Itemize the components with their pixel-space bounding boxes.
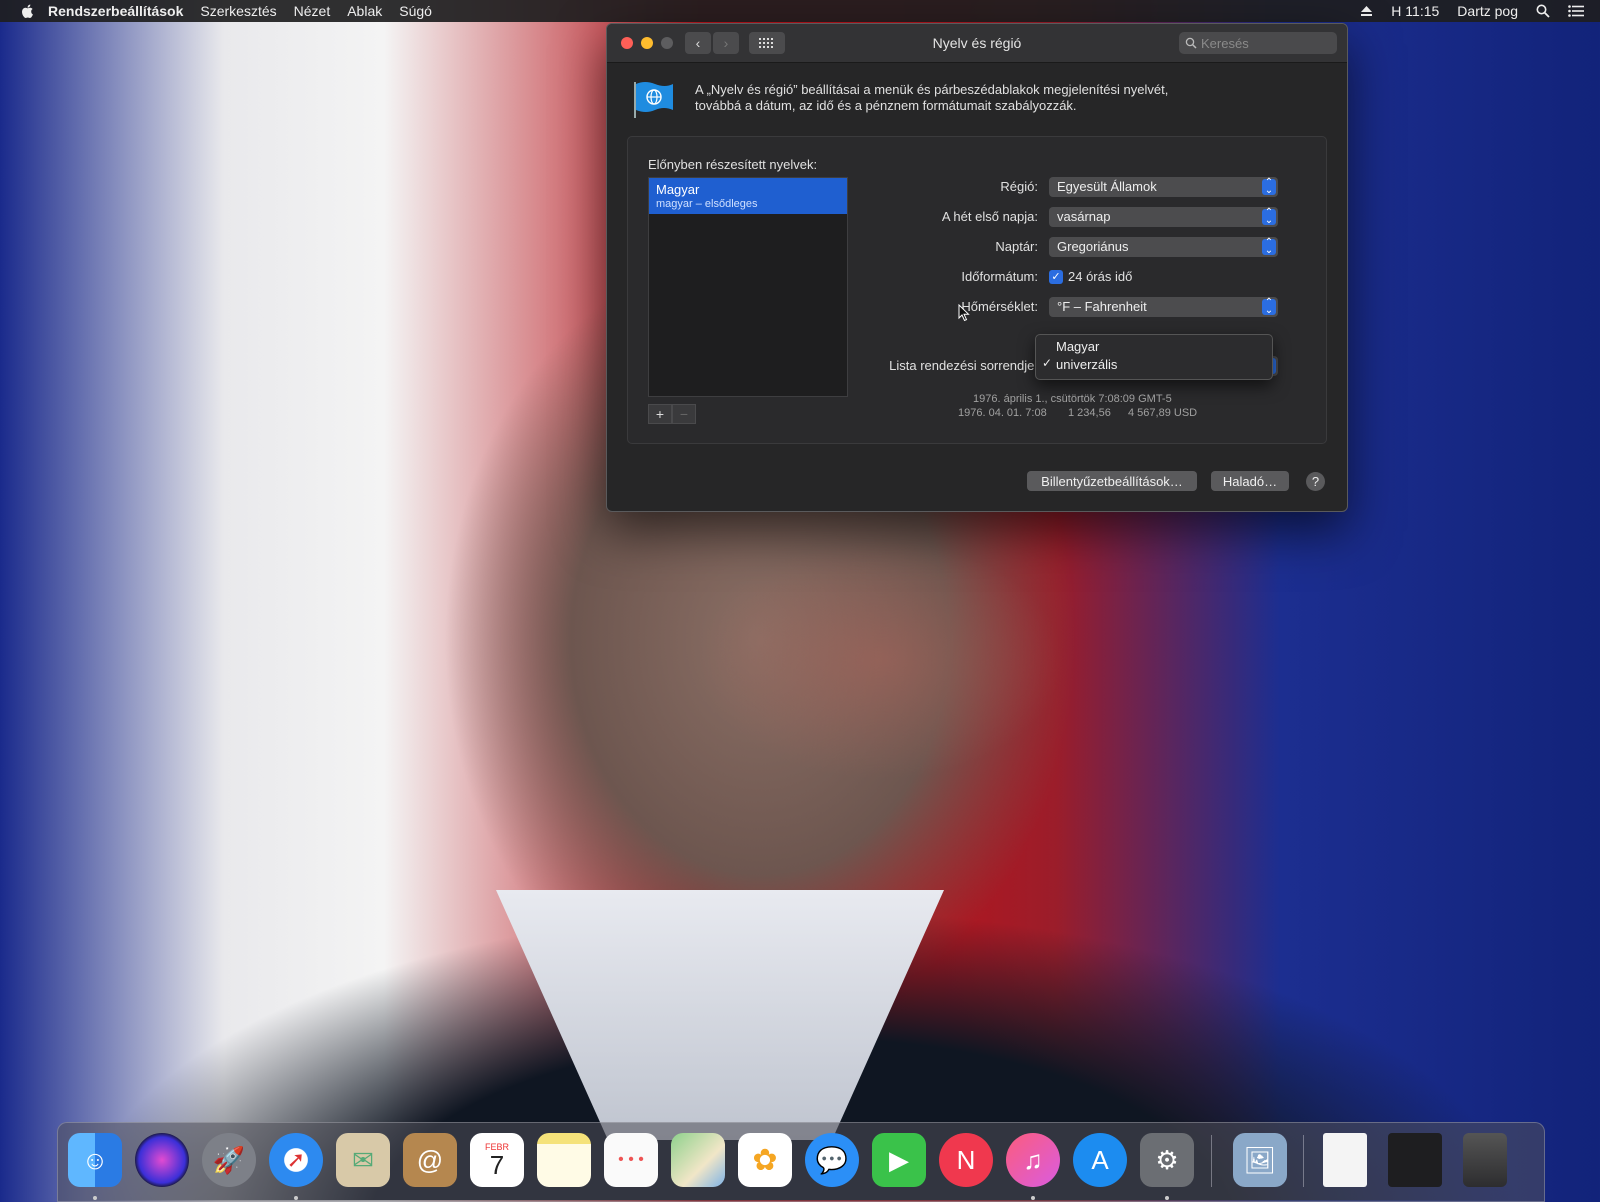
sample-number: 1 234,56 xyxy=(1068,407,1111,419)
temperature-popup[interactable]: °F – Fahrenheit ⌃ ⌄ xyxy=(1049,297,1278,317)
trash-icon[interactable] xyxy=(1463,1133,1507,1187)
safari-icon[interactable]: ➚ xyxy=(269,1133,323,1187)
first-day-value: vasárnap xyxy=(1057,209,1111,224)
language-region-window: ‹ › Nyelv és régió Keresés A „Nyelv és r… xyxy=(606,23,1348,512)
preview-icon[interactable]: 🖼 xyxy=(1233,1133,1287,1187)
sample-short-date: 1976. 04. 01. 7:08 xyxy=(958,407,1047,419)
running-indicator xyxy=(294,1196,298,1200)
keyboard-preferences-button[interactable]: Billentyűzetbeállítások… xyxy=(1027,471,1197,491)
dock-separator xyxy=(1303,1135,1304,1187)
temperature-label: Hőmérséklet: xyxy=(961,299,1038,314)
running-indicator xyxy=(93,1196,97,1200)
checkmark-icon: ✓ xyxy=(1042,356,1053,370)
eject-icon[interactable] xyxy=(1360,5,1373,17)
search-icon xyxy=(1185,37,1197,49)
document-icon[interactable] xyxy=(1323,1133,1367,1187)
remove-language-button[interactable]: − xyxy=(672,404,696,424)
sort-order-dropdown-menu: Magyar ✓ univerzális xyxy=(1035,334,1273,380)
photos-icon[interactable]: ✿ xyxy=(738,1133,792,1187)
menu-edit[interactable]: Szerkesztés xyxy=(200,3,276,19)
24-hour-checkbox[interactable]: ✓ xyxy=(1049,270,1063,284)
apple-icon[interactable] xyxy=(20,3,36,19)
news-icon[interactable]: N xyxy=(939,1133,993,1187)
menu-help[interactable]: Súgó xyxy=(399,3,432,19)
preferred-languages-label: Előnyben részesített nyelvek: xyxy=(648,157,818,172)
updown-arrows-icon: ⌃⌄ xyxy=(1262,298,1276,316)
menu-app-name[interactable]: Rendszerbeállítások xyxy=(48,3,183,19)
itunes-icon[interactable]: ♫ xyxy=(1006,1133,1060,1187)
search-placeholder: Keresés xyxy=(1201,35,1249,51)
description-line-1: A „Nyelv és régió” beállításai a menük é… xyxy=(695,82,1169,97)
calendar-value: Gregoriánus xyxy=(1057,239,1129,254)
launchpad-icon[interactable]: 🚀 xyxy=(202,1133,256,1187)
menu-window[interactable]: Ablak xyxy=(347,3,382,19)
calendar-icon[interactable]: FEBR 7 xyxy=(470,1133,524,1187)
siri-icon[interactable] xyxy=(135,1133,189,1187)
calendar-label: Naptár: xyxy=(995,239,1038,254)
add-language-button[interactable]: + xyxy=(648,404,672,424)
updown-arrows-icon: ⌃⌄ xyxy=(1262,178,1276,196)
system-preferences-icon[interactable]: ⚙ xyxy=(1140,1133,1194,1187)
help-button[interactable]: ? xyxy=(1306,472,1325,491)
facetime-icon[interactable]: ▶ xyxy=(872,1133,926,1187)
updown-arrows-icon: ⌃⌄ xyxy=(1262,238,1276,256)
messages-icon[interactable]: 💬 xyxy=(805,1133,859,1187)
description-line-2: továbbá a dátum, az idő és a pénznem for… xyxy=(695,98,1077,113)
mouse-cursor-icon xyxy=(958,304,970,322)
reminders-icon[interactable]: • • • xyxy=(604,1133,658,1187)
dock: ☺ 🚀 ➚ ✉ @ FEBR 7 • • • ✿ 💬 ▶ N ♫ A ⚙ 🖼 xyxy=(57,1122,1545,1202)
notes-icon[interactable] xyxy=(537,1133,591,1187)
time-format-label: Időformátum: xyxy=(961,269,1038,284)
running-indicator xyxy=(1165,1196,1169,1200)
running-indicator xyxy=(1031,1196,1035,1200)
checkmark-icon: ✓ xyxy=(1051,271,1061,283)
contacts-icon[interactable]: @ xyxy=(403,1133,457,1187)
sort-order-label: Lista rendezési sorrendje: xyxy=(889,358,1038,373)
language-subtitle: magyar – elsődleges xyxy=(656,198,758,210)
calendar-day: 7 xyxy=(489,1150,505,1180)
region-popup[interactable]: Egyesült Államok ⌃ ⌄ xyxy=(1049,177,1278,197)
language-name: Magyar xyxy=(656,182,700,197)
region-label: Régió: xyxy=(1000,179,1038,194)
notification-center-icon[interactable] xyxy=(1568,5,1584,17)
menu-view[interactable]: Nézet xyxy=(294,3,331,19)
search-field[interactable]: Keresés xyxy=(1179,32,1337,54)
temperature-value: °F – Fahrenheit xyxy=(1057,299,1147,314)
first-day-label: A hét első napja: xyxy=(941,209,1038,224)
menu-bar: Rendszerbeállítások Szerkesztés Nézet Ab… xyxy=(0,0,1600,22)
language-flag-icon xyxy=(634,82,673,118)
sample-currency: 4 567,89 USD xyxy=(1128,407,1198,419)
settings-panel: Előnyben részesített nyelvek: Magyar mag… xyxy=(627,136,1327,444)
finder-icon[interactable]: ☺ xyxy=(68,1133,122,1187)
dock-separator xyxy=(1211,1135,1212,1187)
maps-icon[interactable] xyxy=(671,1133,725,1187)
preferred-languages-list[interactable]: Magyar magyar – elsődleges xyxy=(648,177,848,397)
dropdown-item-universal[interactable]: univerzális xyxy=(1056,357,1117,372)
list-item-magyar[interactable]: Magyar magyar – elsődleges xyxy=(649,178,847,214)
sample-full-date: 1976. április 1., csütörtök 7:08:09 GMT-… xyxy=(973,393,1172,405)
app-store-icon[interactable]: A xyxy=(1073,1133,1127,1187)
region-value: Egyesült Államok xyxy=(1057,179,1157,194)
dropdown-item-magyar[interactable]: Magyar xyxy=(1056,339,1099,354)
downloads-stack-icon[interactable] xyxy=(1388,1133,1442,1187)
24-hour-label: 24 órás idő xyxy=(1068,269,1133,284)
pane-description: A „Nyelv és régió” beállításai a menük é… xyxy=(695,82,1295,114)
mail-icon[interactable]: ✉ xyxy=(336,1133,390,1187)
spotlight-search-icon[interactable] xyxy=(1536,4,1550,18)
updown-arrows-icon: ⌃⌄ xyxy=(1262,208,1276,226)
menubar-clock[interactable]: H 11:15 xyxy=(1391,3,1439,19)
first-day-popup[interactable]: vasárnap ⌃ ⌄ xyxy=(1049,207,1278,227)
calendar-popup[interactable]: Gregoriánus ⌃ ⌄ xyxy=(1049,237,1278,257)
window-titlebar: ‹ › Nyelv és régió Keresés xyxy=(607,24,1347,63)
advanced-button[interactable]: Haladó… xyxy=(1211,471,1289,491)
plus-icon: + xyxy=(655,406,665,422)
menubar-user[interactable]: Dartz pog xyxy=(1457,3,1518,19)
minus-icon: − xyxy=(679,406,689,422)
